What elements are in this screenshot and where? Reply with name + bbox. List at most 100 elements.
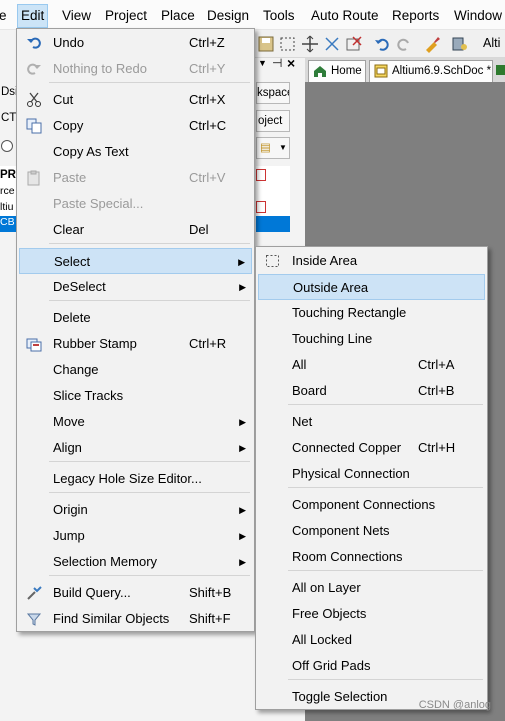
folder-icon: ▤ (260, 142, 271, 154)
select-menu-item-physical-connection[interactable]: Physical Connection (258, 461, 485, 487)
menu-item-shortcut: Ctrl+Z (189, 35, 225, 50)
edit-menu-item-copy[interactable]: Copy Ctrl+C (19, 113, 252, 139)
select-menu-item-board[interactable]: Board Ctrl+B (258, 378, 485, 404)
select-menu-item-outside-area[interactable]: Outside Area (258, 274, 485, 300)
menu-project[interactable]: Project (105, 7, 147, 25)
toolbar-trailing-label: Alti (483, 36, 501, 50)
select-menu-item-touching-rectangle[interactable]: Touching Rectangle (258, 300, 485, 326)
select-menu-item-off-grid-pads[interactable]: Off Grid Pads (258, 653, 485, 679)
menu-view[interactable]: View (62, 7, 91, 25)
submenu-arrow-icon: ▶ (239, 417, 246, 427)
submenu-arrow-icon: ▶ (239, 443, 246, 453)
cross-select-icon[interactable] (323, 35, 341, 53)
edit-menu-item-rubber-stamp[interactable]: Rubber Stamp Ctrl+R (19, 331, 252, 357)
edit-menu-item-align[interactable]: Align ▶ (19, 435, 252, 461)
menu-item-label: Connected Copper (292, 440, 402, 455)
menu-item-label: Selection Memory (53, 554, 158, 569)
menu-item-label: Undo (53, 35, 85, 50)
menu-item-label: Origin (53, 502, 88, 517)
select-menu-item-component-nets[interactable]: Component Nets (258, 518, 485, 544)
select-menu-item-inside-area[interactable]: Inside Area (258, 248, 485, 274)
edit-menu-item-selection-memory[interactable]: Selection Memory ▶ (19, 549, 252, 575)
edit-menu-item-jump[interactable]: Jump ▶ (19, 523, 252, 549)
undo-icon[interactable] (373, 35, 391, 53)
chevron-down-icon[interactable]: ▼ (258, 58, 267, 68)
menu-file[interactable]: e (0, 7, 7, 25)
brush-icon[interactable] (423, 35, 441, 53)
component-icon[interactable] (451, 35, 469, 53)
menu-item-label: Nothing to Redo (53, 61, 147, 76)
edit-menu-item-origin[interactable]: Origin ▶ (19, 497, 252, 523)
menu-reports[interactable]: Reports (392, 7, 439, 25)
edit-menu-item-cut[interactable]: Cut Ctrl+X (19, 87, 252, 113)
menu-item-shortcut: Ctrl+H (418, 440, 456, 455)
tab-schematic-doc[interactable]: Altium6.9.SchDoc * (369, 60, 493, 82)
menu-window[interactable]: Window (454, 7, 502, 25)
menu-separator (49, 461, 250, 462)
workspace-button[interactable]: kspace (256, 82, 290, 104)
select-rect-icon[interactable] (279, 35, 297, 53)
submenu-arrow-icon: ▶ (239, 282, 246, 292)
edit-menu-item-change[interactable]: Change (19, 357, 252, 383)
menu-item-label: Slice Tracks (53, 388, 124, 403)
menu-item-label: Touching Rectangle (292, 305, 407, 320)
select-menu-item-net[interactable]: Net (258, 409, 485, 435)
edit-menu-item-clear[interactable]: Clear Del (19, 217, 252, 243)
close-icon[interactable]: × (287, 55, 295, 71)
select-menu-item-all-locked[interactable]: All Locked (258, 627, 485, 653)
menu-place[interactable]: Place (161, 7, 195, 25)
pin-icon[interactable]: ⊣ (272, 56, 282, 70)
menu-edit[interactable]: Edit (17, 4, 49, 28)
file-icon (256, 201, 266, 213)
edit-menu-item-deselect[interactable]: DeSelect ▶ (19, 274, 252, 300)
watermark: CSDN @anlog (418, 699, 491, 711)
menu-tools[interactable]: Tools (263, 7, 295, 25)
tab-home[interactable]: Home (308, 60, 366, 82)
select-menu-item-free-objects[interactable]: Free Objects (258, 601, 485, 627)
side-project-list: PR rce ltiu CB (0, 166, 16, 232)
submenu-arrow-icon: ▶ (239, 505, 246, 515)
select-menu-item-component-connections[interactable]: Component Connections (258, 492, 485, 518)
deselect-icon[interactable] (345, 35, 363, 53)
edit-menu-item-move[interactable]: Move ▶ (19, 409, 252, 435)
menu-item-label: Find Similar Objects (53, 611, 170, 626)
edit-menu-item-copy-as-text[interactable]: Copy As Text (19, 139, 252, 165)
menu-item-label: Move (53, 414, 85, 429)
menu-item-label: Off Grid Pads (292, 658, 371, 673)
menu-item-shortcut: Ctrl+X (189, 92, 226, 107)
menu-item-label: All Locked (292, 632, 352, 647)
select-menu-item-all[interactable]: All Ctrl+A (258, 352, 485, 378)
pcb-doc-icon[interactable] (495, 64, 505, 76)
menu-item-label: DeSelect (53, 279, 106, 294)
folder-dropdown-button[interactable]: ▤ ▼ (256, 137, 290, 159)
edit-menu-item-legacy-hole-size-editor[interactable]: Legacy Hole Size Editor... (19, 466, 252, 492)
move-icon[interactable] (301, 35, 319, 53)
edit-menu-item-build-query[interactable]: Build Query... Shift+B (19, 580, 252, 606)
menu-item-label: Change (53, 362, 99, 377)
redo-icon[interactable] (395, 35, 413, 53)
menu-separator (288, 487, 483, 488)
select-menu-item-all-on-layer[interactable]: All on Layer (258, 575, 485, 601)
menu-item-label: Paste (53, 170, 87, 185)
side-radio[interactable] (1, 140, 13, 152)
menu-item-label: Physical Connection (292, 466, 410, 481)
menu-design[interactable]: Design (207, 7, 249, 25)
edit-menu-item-select[interactable]: Select ▶ (19, 248, 252, 274)
edit-menu-item-find-similar-objects[interactable]: Find Similar Objects Shift+F (19, 606, 252, 632)
menu-separator (288, 404, 483, 405)
edit-menu-item-slice-tracks[interactable]: Slice Tracks (19, 383, 252, 409)
edit-menu-item-undo[interactable]: Undo Ctrl+Z (19, 30, 252, 56)
menu-auto-route[interactable]: Auto Route (311, 7, 379, 25)
project-button[interactable]: oject (256, 110, 290, 132)
side-row-cb[interactable]: CB (0, 216, 16, 232)
save-icon[interactable] (257, 35, 275, 53)
edit-menu-item-paste-special: Paste Special... (19, 191, 252, 217)
select-menu-item-connected-copper[interactable]: Connected Copper Ctrl+H (258, 435, 485, 461)
select-menu-item-touching-line[interactable]: Touching Line (258, 326, 485, 352)
edit-menu-item-nothing-to-redo: Nothing to Redo Ctrl+Y (19, 56, 252, 82)
file-icon (256, 169, 266, 181)
file-selection-highlight (256, 216, 290, 232)
edit-menu-item-delete[interactable]: Delete (19, 305, 252, 331)
menu-item-label: All on Layer (292, 580, 361, 595)
select-menu-item-room-connections[interactable]: Room Connections (258, 544, 485, 570)
